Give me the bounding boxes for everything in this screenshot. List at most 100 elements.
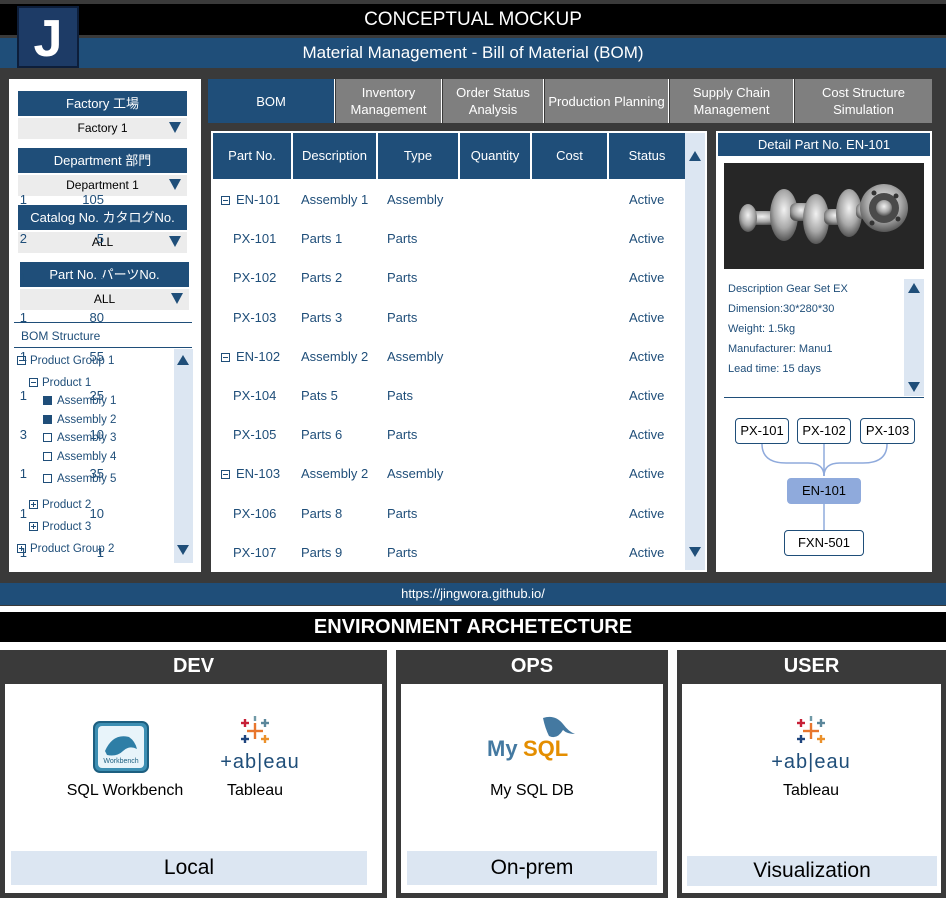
cell-type: Parts	[387, 310, 418, 325]
mysql-logo-icon: My SQL	[487, 716, 575, 761]
cell-quantity: 1	[19, 506, 27, 521]
scroll-down-icon[interactable]	[689, 547, 701, 557]
cell-description: Assembly 2	[301, 466, 369, 481]
tree-item[interactable]: Product 3	[29, 521, 91, 533]
tableau-wordmark: +ab|eau	[771, 751, 851, 773]
cell-quantity: 3	[19, 427, 27, 442]
cell-type: Parts	[387, 270, 418, 285]
tree-node-parent[interactable]: FXN-501	[784, 530, 864, 556]
cell-status: Active	[629, 270, 665, 285]
scroll-up-icon[interactable]	[177, 355, 189, 365]
cell-status: Active	[629, 192, 665, 207]
tab-bom[interactable]: BOM	[208, 79, 335, 123]
cell-cost: 5	[96, 270, 104, 285]
column-header-description[interactable]: Description	[293, 133, 377, 179]
collapse-icon[interactable]	[221, 196, 230, 205]
cell-quantity: 1	[19, 466, 27, 481]
tree-node-selected[interactable]: EN-101	[787, 478, 861, 504]
tree-item[interactable]: Product 1	[29, 377, 91, 389]
cell-part-no: PX-105	[233, 427, 277, 442]
cell-quantity: 1	[19, 310, 27, 325]
tree-node-child[interactable]: PX-102	[797, 418, 851, 444]
table-scrollbar[interactable]	[685, 133, 705, 570]
cell-cost: 5	[96, 231, 104, 246]
cell-quantity: 1	[19, 545, 27, 560]
svg-text:My: My	[487, 736, 518, 761]
cell-type: Parts	[387, 506, 418, 521]
environment-title: ENVIRONMENT ARCHETECTURE	[0, 612, 946, 642]
bom-tree: Product Group 1 Product 1 Assembly 1 Ass…	[9, 349, 179, 569]
column-header-part-no[interactable]: Part No.	[213, 133, 292, 179]
tree-node-child[interactable]: PX-101	[735, 418, 789, 444]
tab-cost-structure-simulation[interactable]: Cost Structure Simulation	[795, 79, 932, 123]
url-footer[interactable]: https://jingwora.github.io/	[0, 583, 946, 605]
tree-node-child[interactable]: PX-103	[860, 418, 915, 444]
factory-select[interactable]: Factory 1	[18, 118, 187, 139]
chevron-down-icon	[171, 293, 183, 304]
cell-description: Assembly 1	[301, 192, 369, 207]
cell-part-no: PX-104	[233, 388, 277, 403]
bom-tree-connectors	[761, 443, 888, 530]
cell-status: Active	[629, 466, 665, 481]
logo-icon: J	[17, 6, 79, 68]
tree-item[interactable]: Assembly 2	[43, 414, 116, 426]
cell-quantity: 2	[19, 231, 27, 246]
scroll-down-icon[interactable]	[177, 545, 189, 555]
part-select[interactable]: ALL	[20, 289, 189, 310]
column-header-status[interactable]: Status	[609, 133, 685, 179]
cell-part-no: PX-107	[233, 545, 277, 560]
tab-supply-chain-management[interactable]: Supply Chain Management	[670, 79, 794, 123]
expand-icon[interactable]	[29, 522, 38, 531]
collapse-icon[interactable]	[221, 353, 230, 362]
cell-status: Active	[629, 231, 665, 246]
cell-cost: 10	[89, 427, 104, 442]
cell-status: Active	[629, 388, 665, 403]
svg-text:SQL: SQL	[523, 736, 568, 761]
tab-bar: BOM Inventory Management Order Status An…	[208, 79, 932, 123]
cell-part-no: EN-102	[221, 349, 280, 364]
cell-description: Assembly 2	[301, 349, 369, 364]
cell-description: Parts 8	[301, 506, 343, 521]
chevron-down-icon	[169, 179, 181, 190]
tree-scrollbar[interactable]	[174, 349, 193, 563]
tree-item[interactable]: Product 2	[29, 499, 91, 511]
column-header-quantity[interactable]: Quantity	[460, 133, 531, 179]
checkbox-checked-icon[interactable]	[43, 415, 52, 424]
column-header-cost[interactable]: Cost	[532, 133, 608, 179]
tool-tableau: Tableau	[226, 782, 284, 799]
cell-part-no: PX-106	[233, 506, 277, 521]
checkbox-empty-icon[interactable]	[43, 474, 52, 483]
checkbox-empty-icon[interactable]	[43, 433, 52, 442]
cell-status: Active	[629, 310, 665, 325]
tab-order-status-analysis[interactable]: Order Status Analysis	[443, 79, 544, 123]
tree-item[interactable]: Assembly 5	[43, 473, 116, 485]
cell-cost: 105	[82, 192, 104, 207]
cell-description: Parts 9	[301, 545, 343, 560]
checkbox-checked-icon[interactable]	[43, 396, 52, 405]
cell-type: Assembly	[387, 349, 444, 364]
cell-status: Active	[629, 506, 665, 521]
chevron-down-icon	[169, 236, 181, 247]
scroll-up-icon[interactable]	[689, 151, 701, 161]
checkbox-empty-icon[interactable]	[43, 452, 52, 461]
tab-production-planning[interactable]: Production Planning	[545, 79, 669, 123]
column-header-type[interactable]: Type	[378, 133, 459, 179]
cell-description: Pats 5	[301, 388, 338, 403]
tree-item[interactable]: Assembly 4	[43, 451, 116, 463]
mockup-area: CONCEPTUAL MOCKUP J Material Management …	[0, 0, 946, 606]
cell-description: Parts 6	[301, 427, 343, 442]
svg-text:+ab|eau: +ab|eau	[771, 751, 851, 773]
cell-type: Parts	[387, 231, 418, 246]
expand-icon[interactable]	[29, 500, 38, 509]
cell-quantity: 1	[19, 192, 27, 207]
cell-description: Parts 2	[301, 270, 343, 285]
collapse-icon[interactable]	[221, 470, 230, 479]
tree-item[interactable]: Assembly 1	[43, 395, 116, 407]
cell-status: Active	[629, 545, 665, 560]
tree-item[interactable]: Assembly 3	[43, 432, 116, 444]
tab-inventory-management[interactable]: Inventory Management	[336, 79, 442, 123]
cell-part-no: PX-101	[233, 231, 277, 246]
collapse-icon[interactable]	[29, 378, 38, 387]
bom-table: Part No. Description Type Quantity Cost …	[20, 131, 707, 572]
page-title: Material Management - Bill of Material (…	[0, 38, 946, 68]
